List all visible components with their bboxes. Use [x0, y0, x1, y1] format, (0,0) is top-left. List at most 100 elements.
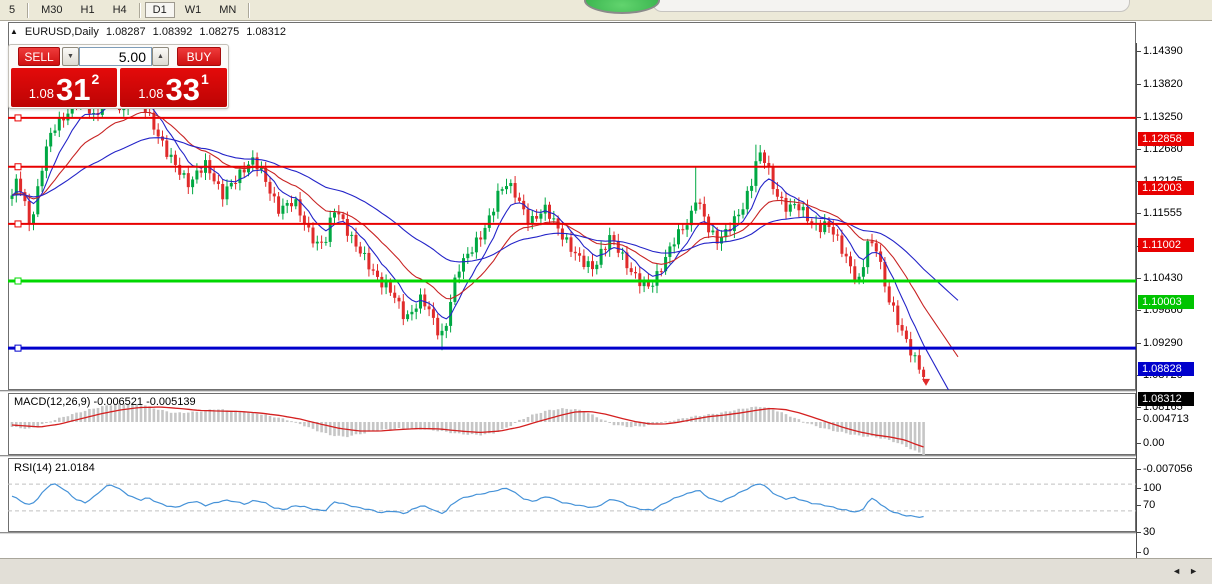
candle-body: [242, 169, 246, 173]
candle-body: [156, 129, 160, 137]
price-tick-label: 1.09290: [1137, 337, 1183, 349]
candle-body: [917, 355, 921, 370]
macd-bar: [574, 409, 577, 422]
hline-handle[interactable]: [14, 277, 22, 285]
buy-price-box[interactable]: 1.08 33 1: [120, 68, 227, 107]
hline-handle[interactable]: [14, 220, 22, 228]
candle-body: [560, 228, 564, 240]
rsi-tick-label: 30: [1137, 526, 1155, 538]
volume-input[interactable]: 5.00: [79, 47, 152, 66]
candle-body: [328, 217, 332, 242]
macd-bar: [242, 412, 246, 422]
candle-body: [474, 237, 478, 253]
macd-bar: [234, 410, 237, 422]
candle-body: [758, 152, 762, 162]
macd-bar: [789, 416, 792, 422]
macd-bar: [535, 413, 538, 422]
macd-bar: [862, 422, 865, 437]
timeframe-button-d1[interactable]: D1: [144, 2, 175, 18]
macd-bar: [518, 419, 521, 422]
tab-scroll-left-icon[interactable]: ◄: [1172, 566, 1189, 576]
candle-body: [49, 132, 53, 147]
hline-handle[interactable]: [14, 344, 22, 352]
macd-bar: [79, 412, 83, 422]
macd-bar: [204, 410, 207, 422]
macd-bar: [823, 422, 826, 429]
candle-body: [182, 173, 186, 175]
candle-body: [221, 183, 225, 200]
tab-scroll-right-icon[interactable]: ►: [1189, 566, 1206, 576]
macd-bar: [410, 422, 414, 429]
macd-bar: [187, 412, 190, 422]
macd-bar: [612, 422, 616, 426]
hline-handle[interactable]: [14, 163, 22, 171]
rsi-indicator-canvas[interactable]: [8, 458, 1136, 532]
macd-label: MACD(12,26,9): [14, 396, 91, 408]
candle-body: [483, 227, 487, 240]
timeframe-button-m30[interactable]: M30: [33, 2, 70, 18]
candle-body: [677, 229, 680, 245]
candle-body: [599, 248, 603, 265]
candle-body: [892, 302, 895, 306]
candle-body: [608, 235, 612, 250]
macd-bar: [698, 416, 702, 422]
candle-body: [526, 209, 530, 224]
timeframe-button-h4[interactable]: H4: [105, 2, 135, 18]
pane-separator[interactable]: [0, 532, 1212, 535]
ohlc-high: 1.08392: [152, 26, 193, 38]
axis-tick: [1137, 117, 1141, 118]
macd-bar: [526, 416, 530, 422]
candle-body: [552, 218, 556, 220]
volume-decrease-button[interactable]: ▼: [62, 47, 79, 66]
macd-bar: [569, 409, 573, 422]
candle-body: [565, 237, 569, 240]
macd-bar: [797, 419, 801, 422]
macd-bar: [165, 411, 169, 422]
candle-body: [745, 190, 749, 210]
sell-price-big: 31: [56, 72, 91, 107]
macd-bar: [290, 421, 293, 423]
candle-body: [750, 185, 754, 191]
timeframe-button-w1[interactable]: W1: [177, 2, 210, 18]
timeframe-button-mn[interactable]: MN: [211, 2, 244, 18]
buy-button[interactable]: BUY: [177, 47, 221, 66]
macd-bar: [810, 422, 814, 425]
hline-handle[interactable]: [14, 114, 22, 122]
candle-body: [457, 271, 461, 278]
macd-bar: [728, 411, 732, 422]
trading-terminal: 5 M30 H1 H4 D1 W1 MN ▲ EURUSD,Daily 1.08287 1.…: [0, 0, 1212, 584]
axis-tick: [1137, 552, 1141, 553]
candle-body: [294, 199, 298, 207]
macd-bar: [591, 414, 594, 422]
macd-bar: [281, 418, 285, 422]
candle-body: [840, 235, 844, 254]
candle-body: [578, 253, 582, 256]
timeframe-button-h1[interactable]: H1: [73, 2, 103, 18]
collapse-triangle-icon[interactable]: ▲: [10, 27, 18, 39]
macd-bar: [595, 417, 599, 422]
price-badge-1.10003: 1.10003: [1138, 295, 1194, 309]
timeframe-button-5[interactable]: 5: [1, 2, 23, 18]
price-axis[interactable]: 1.143901.138201.132501.126801.121251.115…: [1136, 43, 1212, 578]
axis-tick: [1137, 149, 1141, 150]
price-badge-1.12003: 1.12003: [1138, 181, 1194, 195]
candle-body: [887, 286, 891, 303]
candle-body: [341, 214, 345, 219]
macd-bar: [608, 422, 611, 423]
candle-body: [466, 253, 470, 259]
macd-bar: [819, 422, 822, 429]
sell-button[interactable]: SELL: [18, 47, 60, 66]
candle-body: [393, 292, 397, 298]
rsi-label: RSI(14): [14, 462, 52, 474]
candle-body: [853, 266, 857, 280]
sell-price-small: 1.08: [28, 86, 55, 101]
candle-body: [376, 270, 379, 277]
macd-bar: [402, 422, 405, 429]
candle-body: [505, 186, 508, 190]
sell-price-box[interactable]: 1.08 31 2: [11, 68, 117, 107]
candle-body: [225, 186, 229, 200]
spinner-down-icon: ▼: [67, 53, 74, 60]
price-tick-label: 1.13250: [1137, 111, 1183, 123]
volume-increase-button[interactable]: ▲: [152, 47, 169, 66]
candle-body: [27, 201, 31, 224]
